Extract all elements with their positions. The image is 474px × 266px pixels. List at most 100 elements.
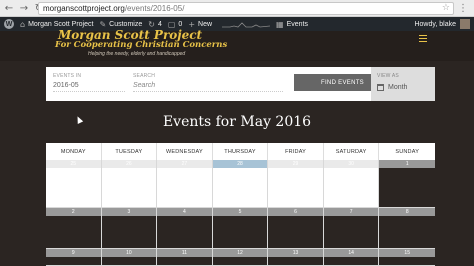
calendar-day-cell[interactable]: 26 <box>101 160 158 208</box>
wordpress-logo-icon[interactable]: W <box>4 19 14 29</box>
calendar-day-cell[interactable]: 10 <box>101 249 158 266</box>
url-path: /events/2016-05/ <box>124 4 185 13</box>
day-number: 26 <box>101 160 157 168</box>
hamburger-menu-icon[interactable] <box>419 35 427 42</box>
calendar-day-cell[interactable]: 25 <box>46 160 102 208</box>
admin-bar-events[interactable]: ▦ Events <box>276 17 308 31</box>
calendar-week: 25 26 27 28 29 30 1 <box>46 160 435 208</box>
day-body <box>212 168 268 207</box>
day-body <box>268 216 323 248</box>
day-body <box>46 216 101 248</box>
calendar-day-cell[interactable]: 4 <box>157 208 213 249</box>
admin-bar-new-label: New <box>198 20 213 28</box>
site-subtitle: Helping the needy, elderly and handicapp… <box>88 51 186 57</box>
browser-menu-icon[interactable]: ⋮ <box>458 3 468 14</box>
month-calendar: MONDAY TUESDAY WEDNESDAY THURSDAY FRIDAY SATU… <box>46 143 435 266</box>
day-header-wednesday: WEDNESDAY <box>157 143 213 160</box>
calendar-day-cell[interactable]: 14 <box>323 249 380 266</box>
admin-bar-account[interactable]: Howdy, blake <box>414 17 470 31</box>
calendar-day-cell[interactable]: 3 <box>101 208 158 249</box>
day-number: 8 <box>379 208 435 216</box>
calendar-day-cell[interactable]: 2 <box>46 208 102 249</box>
day-header-tuesday: TUESDAY <box>102 143 158 160</box>
browser-toolbar: ← → ↻ morganscottproject.org/events/2016… <box>0 0 474 17</box>
bookmark-star-icon[interactable]: ☆ <box>442 3 450 13</box>
day-number: 15 <box>379 249 435 257</box>
calendar-day-cell[interactable]: 6 <box>268 208 324 249</box>
day-body <box>268 168 323 207</box>
calendar-day-cell[interactable]: 30 <box>323 160 380 208</box>
url-host: morganscottproject.org <box>43 4 125 13</box>
calendar-day-cell[interactable]: 28 <box>212 160 269 208</box>
forward-icon[interactable]: → <box>18 2 30 14</box>
calendar-day-cell[interactable]: 27 <box>157 160 213 208</box>
day-number: 29 <box>268 160 323 168</box>
day-body <box>101 216 157 248</box>
day-header-saturday: SATURDAY <box>324 143 380 160</box>
address-bar[interactable]: morganscottproject.org/events/2016-05/ ☆ <box>38 2 454 15</box>
calendar-icon: ▦ <box>276 19 284 29</box>
calendar-day-cell[interactable]: 8 <box>379 208 435 249</box>
calendar-day-cell[interactable]: 13 <box>268 249 324 266</box>
search-input[interactable]: Search <box>133 82 283 92</box>
stats-sparkline <box>222 22 271 28</box>
admin-bar-site-name: Morgan Scott Project <box>28 20 94 28</box>
day-number: 27 <box>157 160 212 168</box>
calendar-day-cell[interactable]: 5 <box>212 208 269 249</box>
calendar-day-cell[interactable]: 7 <box>323 208 380 249</box>
calendar-day-cell[interactable]: 9 <box>46 249 102 266</box>
day-body <box>101 168 157 207</box>
home-icon: ⌂ <box>20 19 26 29</box>
day-body <box>323 216 379 248</box>
day-body <box>46 257 101 265</box>
day-header-sunday: SUNDAY <box>395 148 420 155</box>
events-page-title: Events for May 2016 <box>162 114 312 130</box>
site-tagline: For Cooperating Christian Concerns <box>55 40 228 50</box>
day-number: 11 <box>157 249 212 257</box>
search-label: SEARCH <box>133 73 156 79</box>
day-number: 3 <box>101 208 157 216</box>
view-as-dropdown[interactable]: VIEW AS Month <box>371 67 435 101</box>
view-as-label: VIEW AS <box>377 73 399 79</box>
back-icon[interactable]: ← <box>3 2 15 14</box>
day-body <box>379 168 435 207</box>
day-number: 9 <box>46 249 101 257</box>
calendar-icon <box>377 84 384 91</box>
day-body <box>46 168 101 207</box>
day-body <box>268 257 323 265</box>
day-body <box>212 216 268 248</box>
day-body <box>323 168 379 207</box>
calendar-day-headers: MONDAY TUESDAY WEDNESDAY THURSDAY FRIDAY SATU… <box>46 143 435 160</box>
day-body <box>323 257 379 265</box>
day-number: 13 <box>268 249 323 257</box>
search-field[interactable]: SEARCH Search <box>133 73 283 92</box>
calendar-day-cell[interactable]: 29 <box>268 160 324 208</box>
admin-bar-greeting: Howdy, blake <box>414 20 456 28</box>
events-in-value[interactable]: 2016-05 <box>53 82 125 92</box>
avatar <box>460 19 470 29</box>
day-number: 6 <box>268 208 323 216</box>
day-number: 10 <box>101 249 157 257</box>
admin-bar-events-label: Events <box>286 20 308 28</box>
calendar-day-cell[interactable]: 12 <box>212 249 269 266</box>
day-body <box>157 216 212 248</box>
calendar-day-cell[interactable]: 15 <box>379 249 435 266</box>
events-in-field[interactable]: EVENTS IN 2016-05 <box>53 73 125 92</box>
day-body <box>379 216 435 248</box>
calendar-week: 2345678 <box>46 208 435 249</box>
day-number: 5 <box>212 208 268 216</box>
calendar-weeks: 25 26 27 28 29 30 1 2 3 4 5 6 7 8 9 10 11 12 13 14 15 <box>46 160 435 266</box>
day-number: 7 <box>323 208 379 216</box>
day-number: 14 <box>323 249 379 257</box>
view-as-value: Month <box>388 84 408 91</box>
day-number: 12 <box>212 249 268 257</box>
admin-bar-updates-count: 4 <box>157 20 162 28</box>
calendar-day-cell[interactable]: 1 <box>379 160 435 208</box>
events-in-label: EVENTS IN <box>53 73 82 79</box>
event-search-bar: EVENTS IN 2016-05 SEARCH Search FIND EVE… <box>46 67 435 101</box>
calendar-day-cell[interactable]: 11 <box>157 249 213 266</box>
day-header-thursday: THURSDAY <box>213 143 269 160</box>
admin-bar-customize-label: Customize <box>109 20 143 28</box>
site-header: Morgan Scott Project For Cooperating Chr… <box>0 28 474 61</box>
day-body <box>379 257 435 265</box>
